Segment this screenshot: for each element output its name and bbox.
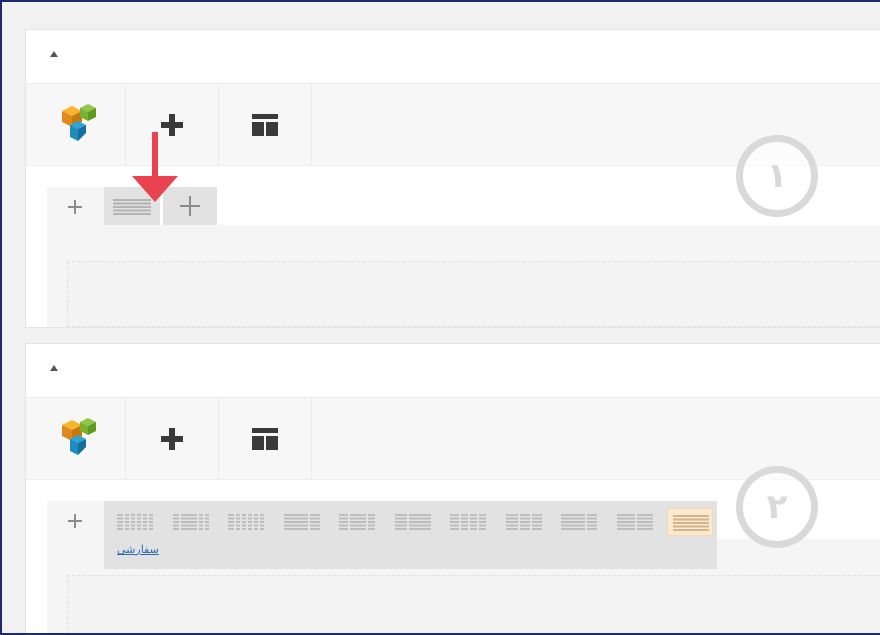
layout-1-4x4-option[interactable] <box>445 508 491 536</box>
column-layout-icon <box>283 514 320 530</box>
collapse-triangle-icon[interactable] <box>50 51 58 57</box>
step-badge-2: ٢ <box>736 466 818 548</box>
row-layout-popup: سفارشی <box>104 501 717 569</box>
column-dropzone[interactable] <box>67 261 880 327</box>
panel-header <box>26 30 880 83</box>
collapse-triangle-icon[interactable] <box>50 365 58 371</box>
layout-2-3-1-3-option[interactable] <box>279 508 325 536</box>
layout-1-3x3-option[interactable] <box>501 508 547 536</box>
template-icon <box>252 428 278 450</box>
column-layout-icon <box>117 514 153 530</box>
composer-logo-icon <box>56 415 96 463</box>
row-controls <box>47 132 217 225</box>
column-layout-icon <box>339 514 375 530</box>
layout-1-6x6-alt-option[interactable] <box>223 508 269 536</box>
layout-1-6x6-option[interactable] <box>112 508 158 536</box>
column-layout-icon <box>172 514 209 530</box>
templates-button[interactable] <box>219 84 312 166</box>
composer-toolbar <box>26 397 880 480</box>
layout-1-4-1-2-1-4-option[interactable] <box>334 508 380 536</box>
column-layout-icon <box>505 514 542 530</box>
plus-icon <box>161 428 183 450</box>
panel-header <box>26 344 880 397</box>
column-layout-icon <box>394 514 431 530</box>
column-layout-icon <box>228 514 264 530</box>
column-layout-icon <box>450 514 486 530</box>
row-controls: سفارشی <box>47 501 717 569</box>
row-move-handle[interactable] <box>47 187 104 225</box>
column-layout-icon <box>561 514 597 530</box>
layout-1-3-2-3-option[interactable] <box>390 508 436 536</box>
column-dropzone[interactable] <box>67 575 880 635</box>
red-arrow-indicator <box>132 132 178 202</box>
layout-1-6-4-6-option[interactable] <box>168 508 214 536</box>
editor-panel-2: سفارشی ٢ <box>25 343 880 635</box>
add-element-button[interactable] <box>126 398 219 480</box>
layout-1-2x2-option[interactable] <box>612 508 658 536</box>
column-layout-icon <box>616 514 653 530</box>
column-layout-icon <box>673 515 709 531</box>
layout-1-1-option[interactable] <box>667 508 713 536</box>
move-icon <box>67 513 83 529</box>
row-move-handle[interactable] <box>47 501 104 539</box>
composer-logo-button[interactable] <box>26 84 126 166</box>
move-icon <box>67 199 83 215</box>
templates-button[interactable] <box>219 398 312 480</box>
step-badge-1: ١ <box>736 135 818 217</box>
custom-layout-link[interactable]: سفارشی <box>117 543 159 556</box>
template-icon <box>252 114 278 136</box>
add-icon <box>180 196 200 216</box>
composer-logo-button[interactable] <box>26 398 126 480</box>
layout-2-3-1-3-alt-option[interactable] <box>556 508 602 536</box>
editor-panel-1: ١ <box>25 29 880 328</box>
composer-logo-icon <box>56 101 96 149</box>
